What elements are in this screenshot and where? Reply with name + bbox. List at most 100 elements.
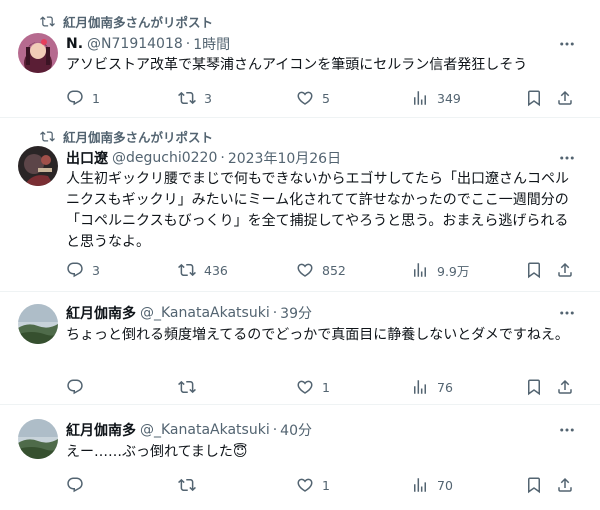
- repost-icon: [178, 380, 196, 394]
- views-button[interactable]: 70: [411, 475, 453, 495]
- repost-indicator: 紅月伽南多さんがリポスト: [40, 127, 213, 145]
- like-button[interactable]: 5: [296, 88, 330, 108]
- action-bar: 1 3 5 349: [66, 88, 586, 108]
- share-button[interactable]: [556, 88, 574, 108]
- like-button[interactable]: 852: [296, 260, 346, 280]
- post-3[interactable]: 紅月伽南多 @_KanataAkatsuki · 39分 ちょっと倒れる頻度増え…: [0, 292, 600, 405]
- views-icon: [414, 380, 426, 394]
- post-text: えー……ぶっ倒れてました😇: [66, 444, 248, 460]
- views-icon: [414, 263, 426, 277]
- heart-icon: [297, 380, 313, 394]
- repost-icon: [40, 15, 55, 27]
- more-options-button[interactable]: [558, 149, 576, 167]
- like-button[interactable]: 1: [296, 377, 330, 397]
- display-name[interactable]: 紅月伽南多: [66, 303, 136, 323]
- timestamp[interactable]: 2023年10月26日: [228, 148, 341, 168]
- reply-icon: [67, 477, 83, 493]
- repost-text: 紅月伽南多さんがリポスト: [63, 129, 214, 145]
- handle[interactable]: @N71914018: [87, 36, 183, 52]
- avatar[interactable]: [18, 419, 58, 459]
- reply-button[interactable]: 1: [66, 88, 100, 108]
- avatar[interactable]: [18, 304, 58, 344]
- post-text: アソビストア改革で某琴浦さんアイコンを筆頭にセルラン信者発狂しそう: [66, 57, 528, 73]
- views-button[interactable]: 349: [411, 88, 461, 108]
- more-icon: [560, 311, 574, 315]
- repost-text: 紅月伽南多さんがリポスト: [63, 14, 214, 30]
- like-button[interactable]: 1: [296, 475, 330, 495]
- heart-icon: [297, 263, 313, 277]
- handle[interactable]: @deguchi0220: [112, 150, 217, 166]
- views-button[interactable]: 9.9万: [411, 260, 469, 280]
- bookmark-icon: [528, 262, 540, 279]
- post-1[interactable]: 紅月伽南多さんがリポスト N. @N71914018 · 1時間 アソビストア改…: [0, 0, 600, 118]
- display-name[interactable]: 出口遼: [66, 148, 108, 168]
- post-text: 人生初ギックリ腰でまじで何もできないからエゴサしてたら「出口遼さんコペルニクスも…: [66, 171, 570, 250]
- reply-button[interactable]: 3: [66, 260, 100, 280]
- repost-button[interactable]: 436: [178, 260, 228, 280]
- views-icon: [414, 478, 426, 492]
- reply-icon: [67, 262, 83, 278]
- separator-dot: ·: [272, 305, 278, 321]
- more-options-button[interactable]: [558, 421, 576, 439]
- post-header: 出口遼 @deguchi0220 · 2023年10月26日: [66, 148, 341, 168]
- reply-count: 1: [92, 90, 100, 106]
- more-icon: [560, 42, 574, 46]
- heart-icon: [297, 478, 313, 492]
- like-count: 5: [322, 90, 330, 106]
- more-icon: [560, 156, 574, 160]
- bookmark-button[interactable]: [525, 377, 543, 397]
- handle[interactable]: @_KanataAkatsuki: [140, 305, 270, 321]
- like-count: 1: [322, 379, 330, 395]
- like-count: 852: [322, 262, 346, 278]
- separator-dot: ·: [185, 36, 191, 52]
- display-name[interactable]: N.: [66, 36, 83, 52]
- repost-button[interactable]: [178, 475, 196, 495]
- repost-button[interactable]: [178, 377, 196, 397]
- view-count: 70: [437, 477, 453, 493]
- share-icon: [558, 262, 572, 277]
- reply-icon: [67, 90, 83, 106]
- repost-icon: [178, 263, 196, 277]
- post-2[interactable]: 紅月伽南多さんがリポスト 出口遼 @deguchi0220 · 2023年10月…: [0, 118, 600, 292]
- share-button[interactable]: [556, 377, 574, 397]
- timestamp[interactable]: 39分: [280, 303, 312, 323]
- repost-count: 436: [204, 262, 228, 278]
- post-4[interactable]: 紅月伽南多 @_KanataAkatsuki · 40分 えー……ぶっ倒れてまし…: [0, 405, 600, 510]
- timestamp[interactable]: 40分: [280, 420, 312, 440]
- views-icon: [414, 91, 426, 105]
- heart-icon: [297, 91, 313, 105]
- bookmark-icon: [528, 477, 540, 494]
- post-header: N. @N71914018 · 1時間: [66, 34, 230, 54]
- repost-icon: [178, 91, 196, 105]
- share-button[interactable]: [556, 260, 574, 280]
- post-header: 紅月伽南多 @_KanataAkatsuki · 40分: [66, 420, 312, 440]
- reply-button[interactable]: [66, 377, 84, 397]
- repost-button[interactable]: 3: [178, 88, 212, 108]
- bookmark-button[interactable]: [525, 475, 543, 495]
- share-button[interactable]: [556, 475, 574, 495]
- more-icon: [560, 428, 574, 432]
- more-options-button[interactable]: [558, 35, 576, 53]
- repost-indicator: 紅月伽南多さんがリポスト: [40, 12, 213, 30]
- repost-icon: [178, 478, 196, 492]
- bookmark-button[interactable]: [525, 88, 543, 108]
- more-options-button[interactable]: [558, 304, 576, 322]
- display-name[interactable]: 紅月伽南多: [66, 420, 136, 440]
- handle[interactable]: @_KanataAkatsuki: [140, 422, 270, 438]
- avatar[interactable]: [18, 33, 58, 73]
- share-icon: [558, 379, 572, 394]
- action-bar: 3 436 852 9.9万: [66, 260, 586, 280]
- bookmark-icon: [528, 90, 540, 107]
- view-count: 349: [437, 90, 461, 106]
- post-text: ちょっと倒れる頻度増えてるのでどっかで真面目に静養しないとダメですねえ。: [66, 327, 569, 343]
- timestamp[interactable]: 1時間: [193, 34, 230, 54]
- views-button[interactable]: 76: [411, 377, 453, 397]
- reply-button[interactable]: [66, 475, 84, 495]
- separator-dot: ·: [272, 422, 278, 438]
- bookmark-button[interactable]: [525, 260, 543, 280]
- post-header: 紅月伽南多 @_KanataAkatsuki · 39分: [66, 303, 312, 323]
- reply-icon: [67, 379, 83, 395]
- share-icon: [558, 477, 572, 492]
- avatar[interactable]: [18, 146, 58, 186]
- like-count: 1: [322, 477, 330, 493]
